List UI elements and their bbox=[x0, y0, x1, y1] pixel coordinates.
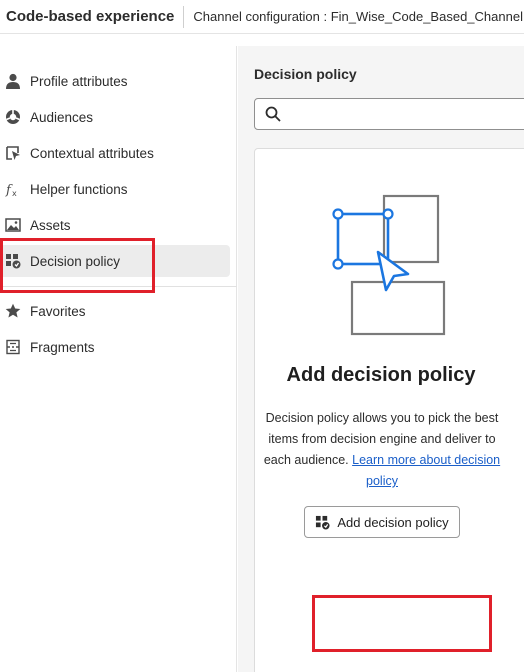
channel-configuration: Channel configuration : Fin_Wise_Code_Ba… bbox=[193, 9, 523, 24]
decision-policy-icon bbox=[315, 515, 330, 530]
sidebar-divider bbox=[0, 286, 237, 287]
sidebar-item-label: Contextual attributes bbox=[30, 145, 154, 161]
svg-text:x: x bbox=[12, 189, 17, 197]
top-header: Code-based experience Channel configurat… bbox=[0, 0, 524, 34]
sidebar-item-label: Profile attributes bbox=[30, 73, 128, 89]
sidebar-item-favorites[interactable]: Favorites bbox=[0, 295, 230, 327]
search-icon bbox=[265, 106, 281, 122]
sidebar-item-assets[interactable]: Assets bbox=[0, 209, 230, 241]
header-divider bbox=[183, 5, 185, 28]
sidebar-item-audiences[interactable]: Audiences bbox=[0, 101, 230, 133]
empty-state-description: Decision policy allows you to pick the b… bbox=[256, 408, 508, 492]
sidebar-item-label: Decision policy bbox=[30, 253, 121, 269]
image-icon bbox=[4, 216, 22, 234]
main-panel: Decision policy Add decision policy Deci… bbox=[238, 46, 524, 672]
sidebar-item-label: Favorites bbox=[30, 303, 86, 319]
decision-illustration bbox=[332, 194, 446, 336]
person-icon bbox=[4, 72, 22, 90]
contextual-icon bbox=[4, 144, 22, 162]
learn-more-link[interactable]: Learn more about decision policy bbox=[352, 453, 500, 488]
audiences-icon bbox=[4, 108, 22, 126]
sidebar-item-label: Audiences bbox=[30, 109, 94, 125]
sidebar-item-label: Assets bbox=[30, 217, 71, 233]
add-decision-policy-label: Add decision policy bbox=[337, 514, 449, 530]
sidebar-item-fragments[interactable]: Fragments bbox=[0, 331, 230, 363]
empty-state-title: Add decision policy bbox=[286, 364, 476, 386]
sidebar-item-label: Helper functions bbox=[30, 181, 128, 197]
fragments-icon bbox=[4, 338, 22, 356]
sidebar-item-contextual-attributes[interactable]: Contextual attributes bbox=[0, 137, 230, 169]
sidebar: Profile attributes Audiences Contextual … bbox=[0, 46, 237, 672]
add-decision-policy-button[interactable]: Add decision policy bbox=[304, 506, 460, 538]
app-title: Code-based experience bbox=[6, 8, 175, 25]
function-icon: fx bbox=[4, 180, 22, 198]
decision-policy-icon bbox=[4, 252, 22, 270]
search-input[interactable] bbox=[289, 106, 524, 122]
page-title: Decision policy bbox=[254, 66, 357, 82]
sidebar-item-profile-attributes[interactable]: Profile attributes bbox=[0, 65, 230, 97]
sidebar-item-decision-policy[interactable]: Decision policy bbox=[0, 245, 230, 277]
sidebar-item-helper-functions[interactable]: fx Helper functions bbox=[0, 173, 230, 205]
search-field[interactable] bbox=[254, 98, 524, 130]
star-icon bbox=[4, 302, 22, 320]
sidebar-item-label: Fragments bbox=[30, 339, 95, 355]
